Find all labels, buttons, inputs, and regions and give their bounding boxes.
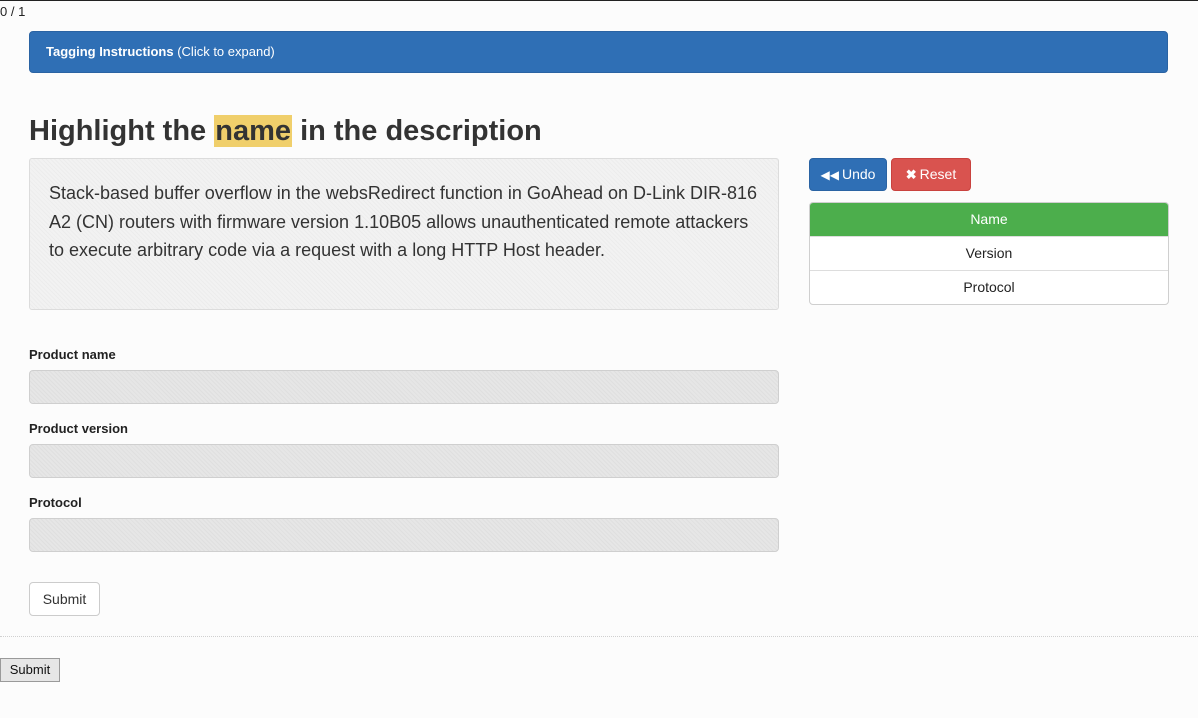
product-name-input[interactable] xyxy=(29,370,779,404)
task-heading-prefix: Highlight the xyxy=(29,115,215,147)
product-name-label: Product name xyxy=(29,347,116,362)
tag-label-protocol[interactable]: Protocol xyxy=(810,270,1168,304)
protocol-label: Protocol xyxy=(29,495,82,510)
close-icon: ✖ xyxy=(905,167,917,182)
reset-label: Reset xyxy=(919,166,957,182)
tag-label-version[interactable]: Version xyxy=(810,236,1168,270)
task-heading-suffix: in the description xyxy=(292,115,542,147)
form-submit-button[interactable]: Submit xyxy=(29,582,100,616)
product-version-input[interactable] xyxy=(29,444,779,478)
protocol-input[interactable] xyxy=(29,518,779,552)
task-target-highlight: name xyxy=(214,115,293,147)
task-heading: Highlight the name in the description xyxy=(29,112,542,150)
undo-label: Undo xyxy=(842,166,876,182)
tag-label-name[interactable]: Name xyxy=(810,203,1168,236)
description-text[interactable]: Stack-based buffer overflow in the websR… xyxy=(29,158,779,310)
divider xyxy=(0,636,1198,637)
product-version-label: Product version xyxy=(29,421,128,436)
tagging-instructions-toggle[interactable]: Tagging Instructions (Click to expand) xyxy=(29,31,1168,73)
undo-button[interactable]: ◀◀ Undo xyxy=(809,158,887,191)
instructions-title: Tagging Instructions xyxy=(46,44,174,59)
instructions-hint: (Click to expand) xyxy=(177,44,275,59)
page-submit-button[interactable]: Submit xyxy=(0,658,60,682)
tag-label-list: Name Version Protocol xyxy=(809,202,1169,305)
fast-backward-icon: ◀◀ xyxy=(820,168,839,182)
progress-counter: 0 / 1 xyxy=(0,4,26,19)
reset-button[interactable]: ✖ Reset xyxy=(891,158,971,191)
